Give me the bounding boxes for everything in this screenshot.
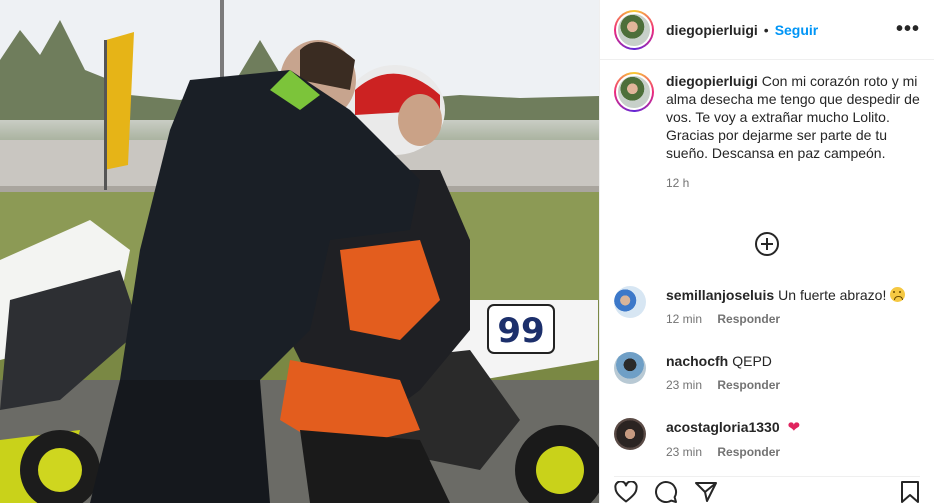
bookmark-icon[interactable]: [900, 480, 920, 503]
comment-time: 12 min: [666, 312, 703, 326]
more-options-icon[interactable]: •••: [896, 18, 920, 41]
caption-author-avatar[interactable]: [614, 72, 654, 112]
comment-item: semillanjoseluis Un fuerte abrazo! 12 min…: [614, 286, 924, 326]
comment-item: nachocfh QEPD 23 min Responder: [614, 352, 924, 392]
post-side-panel: diegopierluigi • Seguir ••• diegopierlui…: [599, 0, 934, 503]
follow-button[interactable]: Seguir: [775, 22, 819, 38]
heart-icon[interactable]: [614, 480, 638, 503]
photo-illustration: 99: [0, 0, 599, 503]
comment-icon[interactable]: [654, 480, 678, 503]
comment-text: Un fuerte abrazo!: [778, 287, 887, 303]
commenter-avatar[interactable]: [614, 286, 646, 318]
comment-time: 23 min: [666, 445, 703, 459]
reply-button[interactable]: Responder: [717, 378, 780, 392]
commenter-avatar[interactable]: [614, 418, 646, 450]
bike-number: 99: [497, 311, 544, 351]
author-username[interactable]: diegopierluigi: [666, 22, 758, 38]
commenter-username[interactable]: semillanjoseluis: [666, 287, 774, 303]
post-header: diegopierluigi • Seguir •••: [600, 0, 934, 60]
comment-item: acostagloria1330 ❤ 23 min Responder: [614, 418, 924, 459]
caption-timestamp: 12 h: [666, 176, 690, 190]
reply-button[interactable]: Responder: [717, 445, 780, 459]
post-photo[interactable]: 99: [0, 0, 599, 503]
comment-time: 23 min: [666, 378, 703, 392]
post-dialog: 99 diegopierluigi • Seguir ••• diegopier…: [0, 0, 934, 503]
commenter-avatar[interactable]: [614, 352, 646, 384]
comment-text: QEPD: [732, 353, 772, 369]
commenter-username[interactable]: nachocfh: [666, 353, 728, 369]
commenter-username[interactable]: acostagloria1330: [666, 419, 780, 435]
separator-dot: •: [763, 21, 769, 38]
author-avatar[interactable]: [614, 9, 654, 50]
reply-button[interactable]: Responder: [717, 312, 780, 326]
post-caption: diegopierluigi Con mi corazón roto y mi a…: [600, 60, 934, 192]
load-more-comments-icon[interactable]: [755, 232, 779, 256]
caption-username[interactable]: diegopierluigi: [666, 73, 758, 89]
post-actions-bar: [614, 476, 920, 503]
red-heart-emoji: ❤: [787, 419, 801, 436]
sad-face-emoji: [890, 287, 906, 302]
share-icon[interactable]: [694, 480, 718, 503]
